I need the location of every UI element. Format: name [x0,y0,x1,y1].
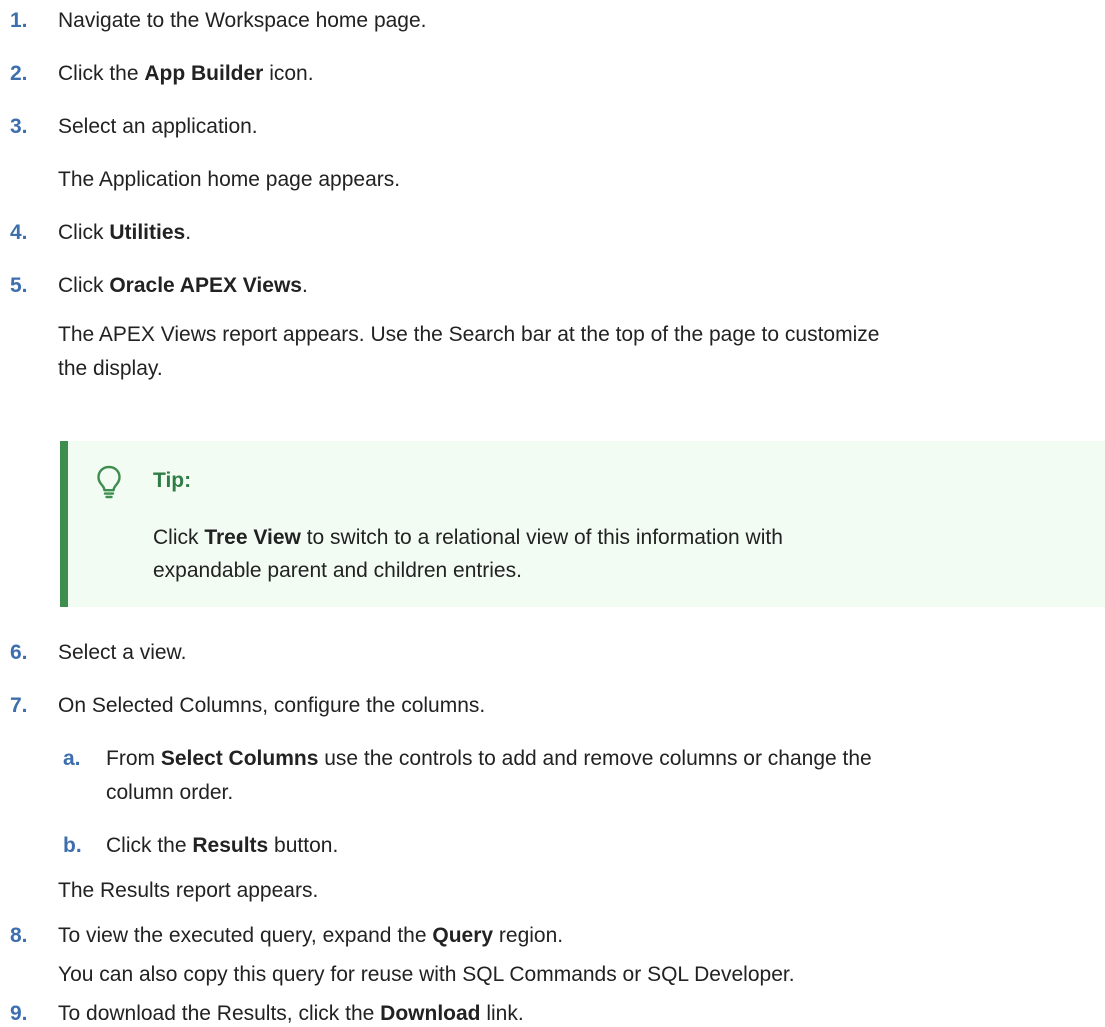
substep-letter: b. [63,834,82,857]
ui-term: Select Columns [160,747,319,770]
step-result-text: You can also copy this query for reuse w… [58,963,795,986]
lightbulb-icon [97,465,121,499]
step-number: 1. [10,9,28,32]
text-run: to switch to a relational view of this i… [300,526,783,549]
ui-term: App Builder [144,62,264,85]
text-run: From [106,747,161,770]
text-run: button. [268,834,339,857]
tip-line: expandable parent and children entries. [153,559,522,582]
text-run: Click the [58,62,145,85]
text-run: . [185,221,192,244]
text-run: Click [153,526,205,549]
step-number: 2. [10,62,28,85]
text-run: . [301,274,308,297]
substep-text: Click the Results button. [106,833,338,859]
step-text: Click the App Builder icon. [58,61,314,87]
step-number: 4. [10,221,28,244]
note-line: the display. [58,357,163,380]
text-run: use the controls to add and remove colum… [318,747,872,770]
text-run: link. [480,1002,524,1025]
step-number: 3. [10,115,28,138]
step-text: Navigate to the Workspace home page. [58,9,427,32]
text-run: To view the executed query, expand the [58,924,433,947]
ui-term: Download [380,1002,481,1025]
step-result-text: The Results report appears. [58,879,319,902]
step-text: To download the Results, click the Downl… [58,1001,524,1027]
ui-term: Oracle APEX Views [109,274,302,297]
step-text: On Selected Columns, configure the colum… [58,694,486,717]
step-text: Click Oracle APEX Views. [58,273,308,299]
text-run: To download the Results, click the [58,1002,381,1025]
text-run: Click the [106,834,193,857]
tip-label: Tip: [153,469,192,492]
tip-text: Click Tree View to switch to a relationa… [153,521,853,587]
step-text: Select a view. [58,641,187,664]
step-text: To view the executed query, expand the Q… [58,923,563,949]
step-text: Select an application. [58,115,258,138]
step-5-note: The APEX Views report appears. Use the S… [58,318,1098,386]
text-run: icon. [263,62,314,85]
step-result-text: The Application home page appears. [58,168,401,191]
ui-term: Tree View [204,526,301,549]
step-number: 6. [10,641,28,664]
text-run: Click [58,274,110,297]
step-text: Click Utilities. [58,220,191,246]
tip-line: Click Tree View to switch to a relationa… [153,521,853,554]
ui-term: Utilities [109,221,186,244]
text-run: region. [493,924,564,947]
ui-term: Query [432,924,494,947]
substep-letter: a. [63,747,81,770]
substep-text: From Select Columns use the controls to … [106,746,872,772]
text-run: Click [58,221,110,244]
step-number: 7. [10,694,28,717]
ui-term: Results [192,834,269,857]
tip-box: Tip: Click Tree View to switch to a rela… [60,441,1105,607]
substep-text: column order. [106,781,234,804]
step-number: 9. [10,1002,28,1025]
note-line: The APEX Views report appears. Use the S… [58,323,880,346]
step-number: 8. [10,924,28,947]
step-number: 5. [10,274,28,297]
